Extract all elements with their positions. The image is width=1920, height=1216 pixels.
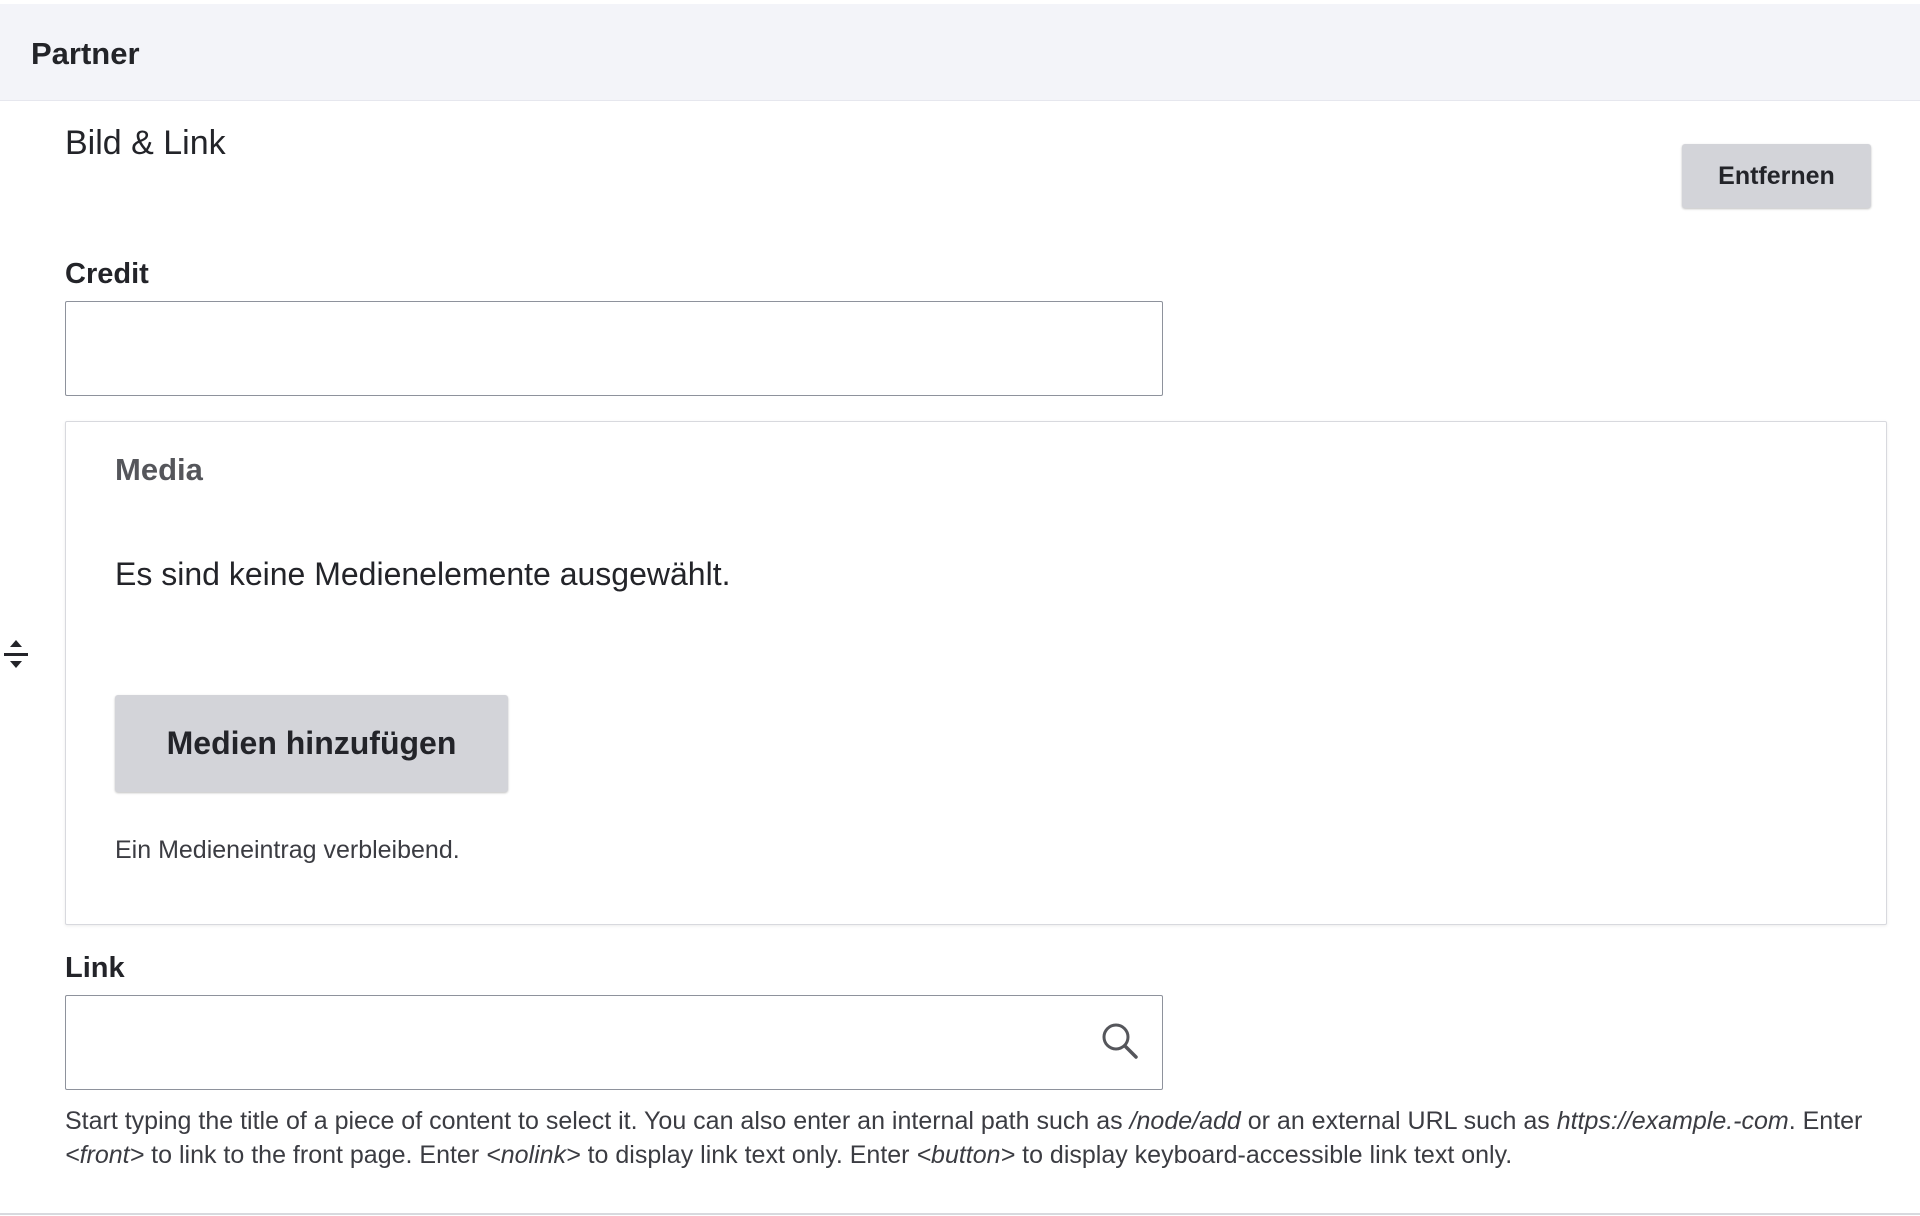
link-description-text: to link to the front page. Enter (144, 1141, 487, 1169)
link-description-text: Start typing the title of a piece of con… (65, 1107, 1130, 1135)
search-icon (1100, 1021, 1140, 1061)
bottom-divider (0, 1213, 1920, 1215)
credit-input[interactable] (65, 301, 1163, 396)
link-token-nolink: <nolink> (486, 1141, 581, 1169)
drag-handle-icon[interactable] (2, 638, 30, 674)
link-description-text: to display keyboard-accessible link text… (1015, 1141, 1513, 1169)
fieldset-title: Partner (31, 36, 140, 71)
fieldset-header: Partner (0, 4, 1920, 101)
link-description-text: . Enter (1788, 1107, 1863, 1135)
link-example-internal-path: /node/add (1129, 1107, 1241, 1135)
media-empty-message: Es sind keine Medienelemente ausgewählt. (115, 556, 731, 592)
paragraph-type-label: Bild & Link (65, 124, 226, 162)
paragraph-edit-form: Partner Bild & Link Entfernen Credit Med… (0, 0, 1920, 1216)
credit-label: Credit (65, 258, 149, 290)
add-media-button[interactable]: Medien hinzufügen (115, 695, 508, 792)
link-token-button: <button> (916, 1141, 1016, 1169)
media-legend: Media (115, 452, 203, 487)
media-remaining-text: Ein Medieneintrag verbleibend. (115, 836, 460, 864)
link-description: Start typing the title of a piece of con… (65, 1104, 1895, 1172)
link-description-text: or an external URL such as (1240, 1107, 1557, 1135)
link-token-front: <front> (65, 1141, 145, 1169)
link-example-external-url: https://example.-com (1556, 1107, 1789, 1135)
media-fieldset: Media Es sind keine Medienelemente ausge… (65, 421, 1887, 925)
link-label: Link (65, 952, 125, 984)
link-input[interactable] (65, 995, 1163, 1090)
remove-button[interactable]: Entfernen (1682, 144, 1871, 208)
link-description-text: to display link text only. Enter (580, 1141, 917, 1169)
